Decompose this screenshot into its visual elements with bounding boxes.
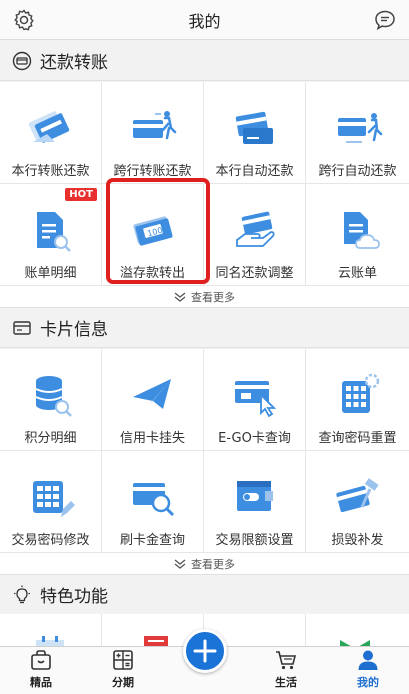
grid-item-report-loss[interactable]: 信用卡挂失 (102, 349, 204, 451)
grid-item-ego-card[interactable]: E-GO卡查询 (204, 349, 306, 451)
view-more-card-info[interactable]: 查看更多 (0, 553, 409, 575)
grid-item-label: 跨行转账还款 (113, 164, 192, 179)
card-magnifier-icon (132, 483, 174, 517)
grid-item-interbank-transfer[interactable]: 跨行转账还款 (102, 82, 204, 184)
view-more-label: 查看更多 (191, 557, 235, 571)
hot-badge: HOT (65, 188, 97, 201)
grid-item-cloud-bill[interactable]: 云账单 (306, 184, 409, 286)
tab-label: 分期 (112, 676, 134, 689)
tab-label: 生活 (275, 676, 297, 689)
card-hammer-icon (335, 478, 379, 513)
card-transfer-icon (28, 111, 69, 143)
grid-item-local-transfer[interactable]: 本行转账还款 (0, 82, 102, 184)
paper-plane-card-icon (132, 379, 171, 409)
feature-cell[interactable] (0, 614, 102, 646)
section-title: 卡片信息 (40, 320, 108, 340)
grid-item-local-auto[interactable]: 本行自动还款 (204, 82, 306, 184)
grid-item-label: 信用卡挂失 (119, 431, 185, 446)
section-header-repayment: 还款转账 (0, 41, 409, 81)
plus-icon (193, 639, 217, 663)
grid-item-interbank-auto[interactable]: 跨行自动还款 (306, 82, 409, 184)
view-more-label: 查看更多 (191, 290, 235, 304)
user-icon (358, 650, 378, 670)
plus-button[interactable] (183, 629, 227, 673)
card-info-icon (13, 320, 31, 335)
grid-item-limit-setting[interactable]: 交易限额设置 (204, 451, 306, 553)
grid-item-label: 跨行自动还款 (318, 164, 397, 179)
bag-icon (31, 650, 51, 670)
banknote-icon: 100 (132, 216, 173, 246)
grid-item-label: 云账单 (337, 266, 377, 281)
calculator-icon (113, 650, 133, 670)
card-info-grid: 积分明细 信用卡挂失 E-GO卡查询 查询密码重置 交易密码修改 刷卡金查询 交… (0, 349, 409, 553)
grid-item-damage-reissue[interactable]: 损毁补发 (306, 451, 409, 553)
grid-item-swipe-cash[interactable]: 刷卡金查询 (102, 451, 204, 553)
keypad-pen-icon (32, 481, 75, 517)
bill-search-icon (36, 212, 71, 252)
red-badge-icon (144, 636, 168, 646)
grid-item-query-pwd-reset[interactable]: 查询密码重置 (306, 349, 409, 451)
grid-item-label: 损毁补发 (331, 533, 384, 548)
tab-installment[interactable]: 分期 (82, 647, 164, 694)
chat-bubble-icon[interactable] (373, 8, 397, 32)
grid-item-label: 刷卡金查询 (119, 533, 185, 548)
page-title: 我的 (188, 11, 221, 31)
section-header-card-info: 卡片信息 (0, 308, 409, 348)
chevron-down-icon (174, 291, 186, 302)
cloud-bill-icon (343, 212, 380, 249)
top-bar: 我的 (0, 0, 409, 40)
grid-item-label: 交易密码修改 (11, 533, 90, 548)
grid-item-label: 积分明细 (24, 431, 77, 446)
chevron-down-icon (174, 558, 186, 569)
tab-life[interactable]: 生活 (245, 647, 327, 694)
section-header-features: 特色功能 (0, 575, 409, 615)
grid-item-label: 同名还款调整 (215, 266, 294, 281)
green-bow-icon (340, 640, 370, 646)
cart-icon (276, 651, 297, 670)
grid-item-label: 交易限额设置 (215, 533, 294, 548)
card-auto-run-icon (337, 113, 382, 143)
grid-item-label: 查询密码重置 (318, 431, 397, 446)
tab-label: 精品 (30, 676, 52, 689)
grid-item-label: 溢存款转出 (119, 266, 185, 281)
keypad-gear-icon (341, 373, 379, 413)
tab-mine[interactable]: 我的 (327, 647, 409, 694)
browser-toggle-icon (236, 481, 273, 511)
card-run-icon (132, 111, 176, 140)
hand-card-icon (235, 211, 275, 247)
calendar-icon (36, 636, 64, 646)
ego-card-icon (234, 381, 276, 418)
grid-item-label: 账单明细 (24, 266, 77, 281)
grid-item-label: E-GO卡查询 (218, 431, 291, 446)
section-title: 特色功能 (40, 587, 108, 607)
view-more-repayment[interactable]: 查看更多 (0, 286, 409, 308)
grid-item-same-name-adjust[interactable]: 同名还款调整 (204, 184, 306, 286)
grid-item-points-detail[interactable]: 积分明细 (0, 349, 102, 451)
grid-item-label: 本行自动还款 (215, 164, 294, 179)
database-search-icon (35, 376, 72, 417)
card-auto-icon (235, 111, 273, 144)
lightbulb-icon (14, 585, 30, 603)
grid-item-bill-detail[interactable]: HOT 账单明细 (0, 184, 102, 286)
repayment-grid: 本行转账还款 跨行转账还款 本行自动还款 跨行自动还款 HOT 账单明细 100… (0, 82, 409, 286)
tab-boutique[interactable]: 精品 (0, 647, 82, 694)
grid-item-label: 本行转账还款 (11, 164, 90, 179)
grid-item-overpayment-withdraw[interactable]: 100 溢存款转出 (102, 184, 204, 286)
tab-label: 我的 (357, 676, 379, 689)
gear-icon[interactable] (12, 8, 36, 32)
grid-item-trade-pwd-change[interactable]: 交易密码修改 (0, 451, 102, 553)
section-title: 还款转账 (40, 53, 108, 73)
feature-cell[interactable] (306, 614, 409, 646)
repayment-icon (12, 51, 32, 70)
